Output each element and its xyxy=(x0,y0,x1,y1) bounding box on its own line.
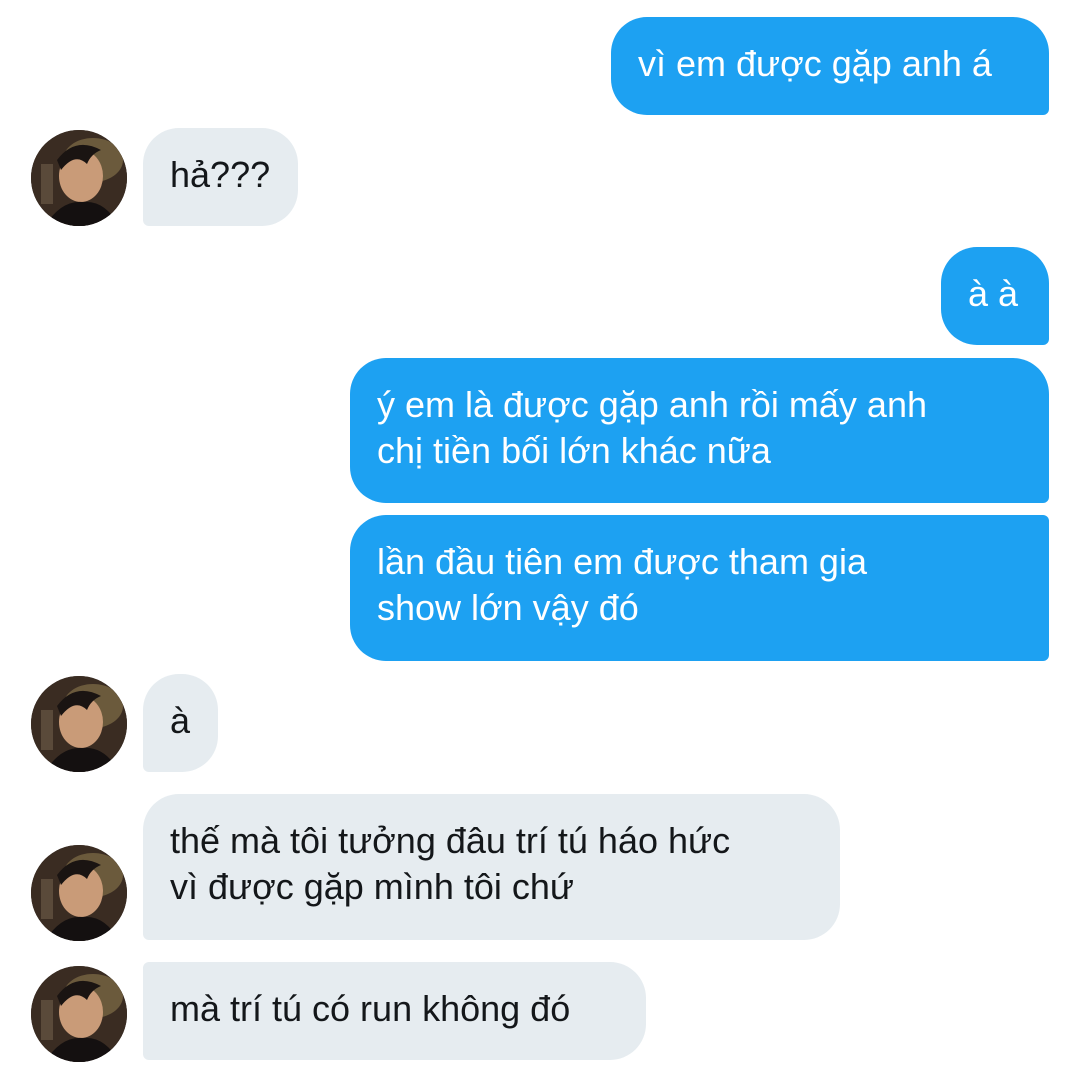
message-text: à xyxy=(170,700,191,741)
received-message-bubble[interactable]: à xyxy=(143,674,218,772)
avatar-photo-icon xyxy=(31,966,127,1062)
sent-message-bubble[interactable]: ý em là được gặp anh rồi mấy anh chị tiề… xyxy=(350,358,1049,503)
message-text-line: show lớn vậy đó xyxy=(377,587,639,628)
contact-avatar[interactable] xyxy=(31,676,127,772)
message-text-line: thế mà tôi tưởng đâu trí tú háo hức xyxy=(170,820,731,861)
sent-message-bubble[interactable]: lần đầu tiên em được tham gia show lớn v… xyxy=(350,515,1049,661)
message-text: à à xyxy=(968,273,1019,314)
contact-avatar[interactable] xyxy=(31,845,127,941)
avatar-photo-icon xyxy=(31,130,127,226)
message-text-line: ý em là được gặp anh rồi mấy anh xyxy=(377,384,927,425)
contact-avatar[interactable] xyxy=(31,130,127,226)
message-text-line: lần đầu tiên em được tham gia xyxy=(377,541,867,582)
received-message-bubble[interactable]: thế mà tôi tưởng đâu trí tú háo hức vì đ… xyxy=(143,794,840,940)
received-message-bubble[interactable]: mà trí tú có run không đó xyxy=(143,962,646,1060)
message-text: vì em được gặp anh á xyxy=(638,43,992,84)
avatar-photo-icon xyxy=(31,676,127,772)
sent-message-bubble[interactable]: à à xyxy=(941,247,1049,345)
avatar-photo-icon xyxy=(31,845,127,941)
message-text-line: vì được gặp mình tôi chứ xyxy=(170,866,574,907)
received-message-bubble[interactable]: hả??? xyxy=(143,128,298,226)
message-text: mà trí tú có run không đó xyxy=(170,988,571,1029)
message-text-line: chị tiền bối lớn khác nữa xyxy=(377,430,771,471)
contact-avatar[interactable] xyxy=(31,966,127,1062)
sent-message-bubble[interactable]: vì em được gặp anh á xyxy=(611,17,1049,115)
message-text: hả??? xyxy=(170,154,271,195)
